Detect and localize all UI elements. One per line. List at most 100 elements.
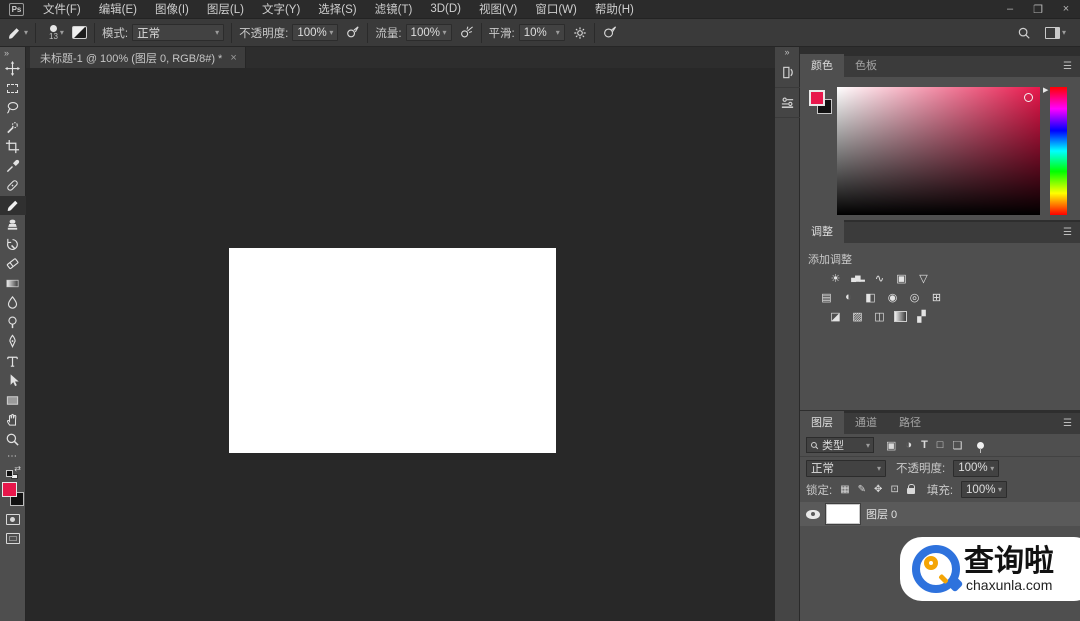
tab-layers[interactable]: 图层 <box>800 411 844 434</box>
minimize-button[interactable]: – <box>996 0 1024 19</box>
layer-thumbnail[interactable] <box>826 504 860 524</box>
menu-edit[interactable]: 编辑(E) <box>90 0 146 19</box>
invert-icon[interactable]: ◪ <box>828 309 843 323</box>
filter-toggle-pin[interactable] <box>977 442 984 449</box>
menu-layer[interactable]: 图层(L) <box>198 0 253 19</box>
threshold-icon[interactable]: ◫ <box>872 309 887 323</box>
color-picker-ring[interactable] <box>1024 93 1033 102</box>
menu-3d[interactable]: 3D(D) <box>421 0 470 19</box>
dock-expand-icon[interactable]: » <box>775 47 799 58</box>
screen-mode-icon[interactable] <box>6 533 20 544</box>
brush-preset-picker[interactable]: 13 <box>49 25 58 41</box>
opacity-dropdown[interactable]: 100% ▾ <box>292 24 338 41</box>
pressure-opacity-icon[interactable] <box>345 25 360 40</box>
tab-paths[interactable]: 路径 <box>888 411 932 434</box>
pressure-size-icon[interactable] <box>602 25 617 40</box>
crop-tool[interactable] <box>0 137 26 157</box>
restore-button[interactable]: ❐ <box>1024 0 1052 19</box>
photo-filter-icon[interactable]: ◉ <box>885 290 900 304</box>
layer-row[interactable]: 图层 0 <box>800 502 1080 526</box>
menu-window[interactable]: 窗口(W) <box>526 0 586 19</box>
type-layer-filter-icon[interactable]: T <box>921 439 928 451</box>
close-button[interactable]: × <box>1052 0 1080 19</box>
saturation-brightness-field[interactable] <box>837 87 1040 215</box>
hue-saturation-icon[interactable]: ▤ <box>819 290 834 304</box>
pen-tool[interactable] <box>0 332 26 352</box>
lock-position-icon[interactable]: ✥ <box>874 484 882 495</box>
quick-selection-tool[interactable] <box>0 118 26 138</box>
curves-icon[interactable]: ∿ <box>872 271 887 285</box>
tab-color[interactable]: 颜色 <box>800 54 844 77</box>
toggle-brush-panel-icon[interactable] <box>72 26 87 39</box>
spot-healing-brush-tool[interactable] <box>0 176 26 196</box>
document-tab[interactable]: 未标题-1 @ 100% (图层 0, RGB/8#) * × <box>30 47 246 68</box>
menu-view[interactable]: 视图(V) <box>470 0 526 19</box>
toolbar-expand-icon[interactable]: » <box>0 47 9 59</box>
brush-tool-icon[interactable] <box>6 25 22 41</box>
canvas-area[interactable] <box>26 68 775 621</box>
color-balance-icon[interactable]: ◐ <box>841 290 856 304</box>
lasso-tool[interactable] <box>0 98 26 118</box>
blur-tool[interactable] <box>0 293 26 313</box>
lock-all-icon[interactable] <box>907 488 915 494</box>
rectangular-marquee-tool[interactable] <box>0 79 26 99</box>
gear-icon[interactable] <box>573 26 587 40</box>
zoom-tool[interactable] <box>0 430 26 450</box>
channel-mixer-icon[interactable]: ◎ <box>907 290 922 304</box>
gradient-tool[interactable] <box>0 274 26 294</box>
levels-icon[interactable]: ▄▆▂ <box>850 271 865 285</box>
rectangle-tool[interactable] <box>0 391 26 411</box>
properties-panel-icon[interactable] <box>775 88 800 118</box>
tab-adjustments[interactable]: 调整 <box>800 220 844 243</box>
path-selection-tool[interactable] <box>0 371 26 391</box>
type-tool[interactable] <box>0 352 26 372</box>
posterize-icon[interactable]: ▨ <box>850 309 865 323</box>
smart-object-filter-icon[interactable]: ❏ <box>952 439 962 452</box>
layer-fill-dropdown[interactable]: 100% ▾ <box>961 481 1007 498</box>
black-white-icon[interactable]: ◧ <box>863 290 878 304</box>
lock-pixels-icon[interactable]: ✎ <box>858 484 866 495</box>
panel-menu-icon[interactable]: ☰ <box>1063 418 1072 429</box>
layer-blend-mode-dropdown[interactable]: 正常 ▾ <box>806 460 886 477</box>
menu-file[interactable]: 文件(F) <box>34 0 90 19</box>
menu-filter[interactable]: 滤镜(T) <box>366 0 422 19</box>
color-lookup-icon[interactable]: ⊞ <box>929 290 944 304</box>
shape-layer-filter-icon[interactable]: □ <box>937 439 944 451</box>
dodge-tool[interactable] <box>0 313 26 333</box>
airbrush-icon[interactable] <box>459 25 474 40</box>
foreground-color-swatch[interactable] <box>809 90 825 106</box>
hand-tool[interactable] <box>0 410 26 430</box>
history-panel-icon[interactable] <box>775 58 800 88</box>
edit-toolbar-icon[interactable]: ⋯ <box>7 449 18 463</box>
layer-visibility-eye-icon[interactable] <box>806 510 820 519</box>
quick-mask-mode-icon[interactable] <box>6 514 20 525</box>
foreground-color-swatch[interactable] <box>2 482 17 497</box>
vibrance-icon[interactable]: ▽ <box>916 271 931 285</box>
move-tool[interactable] <box>0 59 26 79</box>
menu-help[interactable]: 帮助(H) <box>586 0 643 19</box>
lock-artboard-icon[interactable]: ⊡ <box>890 484 898 495</box>
gradient-map-icon[interactable] <box>894 311 907 322</box>
brightness-contrast-icon[interactable]: ☀ <box>828 271 843 285</box>
default-colors-icon[interactable]: ⇄ <box>6 467 19 479</box>
hue-slider[interactable] <box>1050 87 1067 215</box>
adjustment-layer-filter-icon[interactable]: ◑ <box>905 439 912 451</box>
blend-mode-dropdown[interactable]: 正常 ▾ <box>132 24 224 41</box>
document-artboard[interactable] <box>229 248 556 453</box>
layer-filter-dropdown[interactable]: 类型 ▾ <box>806 437 874 453</box>
pixel-layer-filter-icon[interactable]: ▣ <box>886 439 896 452</box>
exposure-icon[interactable]: ▣ <box>894 271 909 285</box>
panel-menu-icon[interactable]: ☰ <box>1063 61 1072 72</box>
eyedropper-tool[interactable] <box>0 157 26 177</box>
lock-transparency-icon[interactable]: ▦ <box>840 484 849 495</box>
layer-opacity-dropdown[interactable]: 100% ▾ <box>953 460 999 477</box>
menu-image[interactable]: 图像(I) <box>146 0 198 19</box>
tab-channels[interactable]: 通道 <box>844 411 888 434</box>
history-brush-tool[interactable] <box>0 235 26 255</box>
workspace-switcher[interactable]: ▾ <box>1045 27 1066 39</box>
menu-select[interactable]: 选择(S) <box>309 0 365 19</box>
menu-type[interactable]: 文字(Y) <box>253 0 309 19</box>
close-document-icon[interactable]: × <box>230 52 236 64</box>
smoothing-dropdown[interactable]: 10% ▾ <box>519 24 565 41</box>
eraser-tool[interactable] <box>0 254 26 274</box>
